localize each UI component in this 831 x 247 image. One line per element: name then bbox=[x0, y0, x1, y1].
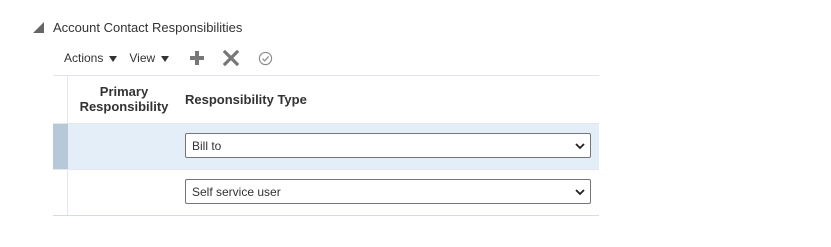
table-row[interactable]: Bill to bbox=[53, 123, 599, 169]
collapse-triangle-icon[interactable] bbox=[33, 21, 44, 33]
view-menu-label: View bbox=[129, 51, 156, 65]
chevron-down-icon bbox=[575, 189, 585, 196]
caret-down-icon bbox=[161, 55, 170, 62]
select-value: Self service user bbox=[192, 184, 281, 199]
section-header[interactable]: Account Contact Responsibilities bbox=[33, 17, 242, 37]
table-header: Primary Responsibility Responsibility Ty… bbox=[53, 75, 599, 123]
table-row[interactable]: Self service user bbox=[53, 169, 599, 216]
delete-icon[interactable] bbox=[221, 48, 241, 68]
add-icon[interactable] bbox=[187, 48, 207, 68]
check-circle-icon[interactable] bbox=[255, 48, 275, 68]
column-header-primary-responsibility[interactable]: Primary Responsibility bbox=[76, 84, 172, 114]
row-selector-header bbox=[53, 76, 68, 123]
caret-down-icon bbox=[109, 55, 118, 62]
select-value: Bill to bbox=[192, 138, 222, 153]
actions-menu-label: Actions bbox=[64, 51, 104, 65]
responsibility-type-select[interactable]: Self service user bbox=[185, 179, 591, 204]
row-selector[interactable] bbox=[53, 170, 68, 215]
chevron-down-icon bbox=[575, 143, 585, 150]
toolbar: Actions View bbox=[64, 48, 275, 68]
row-selector[interactable] bbox=[53, 124, 68, 169]
responsibility-type-select[interactable]: Bill to bbox=[185, 133, 591, 158]
column-header-responsibility-type[interactable]: Responsibility Type bbox=[185, 92, 307, 107]
section-title: Account Contact Responsibilities bbox=[53, 19, 243, 35]
responsibilities-table: Primary Responsibility Responsibility Ty… bbox=[53, 75, 599, 216]
view-menu-button[interactable]: View bbox=[129, 51, 170, 65]
actions-menu-button[interactable]: Actions bbox=[64, 51, 118, 65]
